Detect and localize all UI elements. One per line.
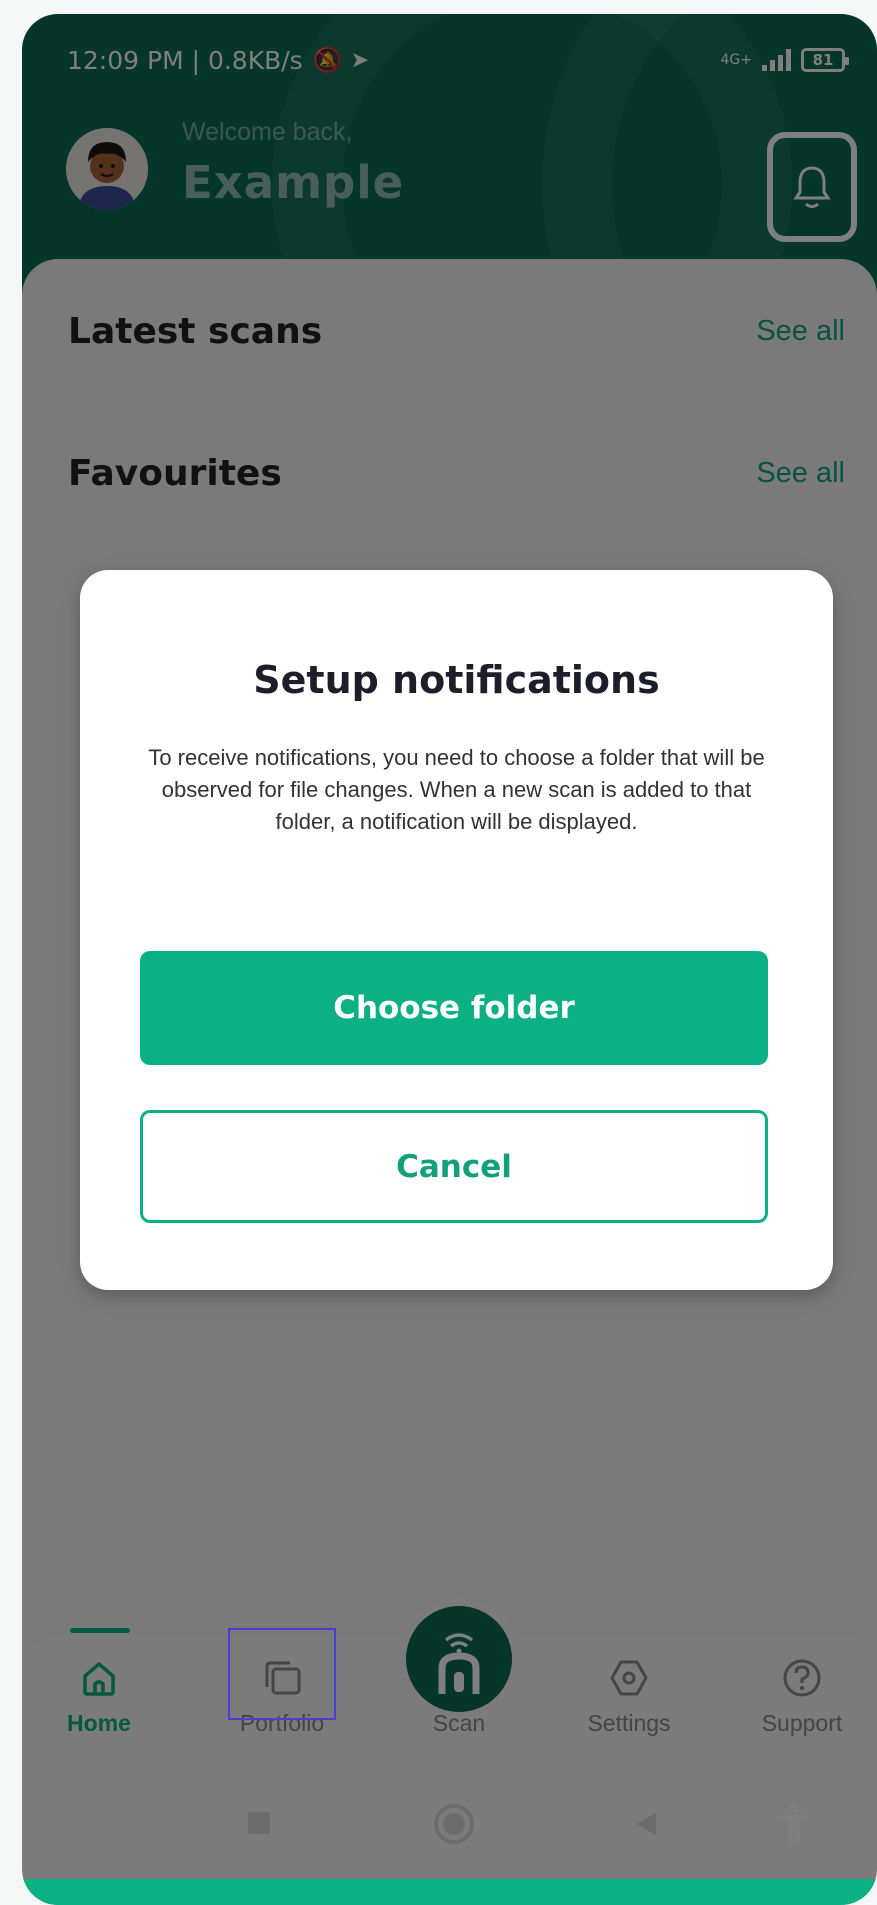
dialog-title: Setup notifications (253, 658, 660, 702)
choose-folder-button[interactable]: Choose folder (140, 951, 768, 1065)
cancel-button[interactable]: Cancel (140, 1110, 768, 1223)
dialog-message: To receive notifications, you need to ch… (148, 745, 765, 834)
bottom-accent-strip (22, 1879, 877, 1905)
focus-highlight (228, 1628, 336, 1720)
setup-notifications-dialog: Setup notifications To receive notificat… (80, 570, 833, 1290)
app-screen: 12:09 PM | 0.8KB/s 🔕 ➤ 4G+ 81 (22, 14, 877, 1905)
